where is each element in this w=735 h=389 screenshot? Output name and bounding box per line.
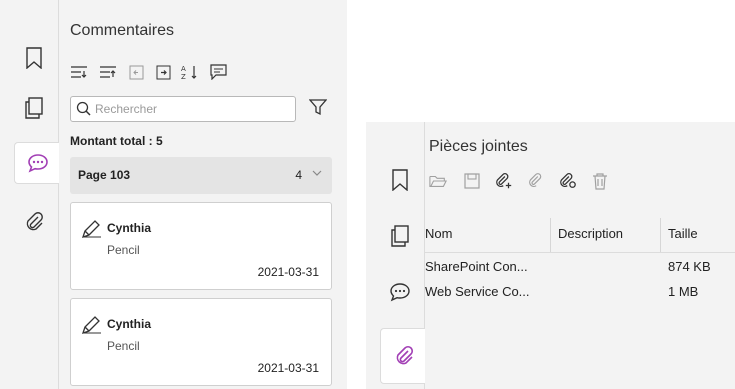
comments-pane: Commentaires AZ Montant total : 5 Page xyxy=(0,0,347,389)
search-input[interactable] xyxy=(93,100,287,118)
paperclip-add-icon xyxy=(496,173,512,189)
bookmark-icon xyxy=(26,47,42,69)
pages-tab[interactable] xyxy=(380,216,420,256)
right-nav-rail xyxy=(366,122,426,389)
bookmarks-tab[interactable] xyxy=(14,38,54,78)
bookmarks-tab[interactable] xyxy=(380,160,420,200)
column-header-size[interactable]: Taille xyxy=(668,226,698,241)
add-attachment-button[interactable] xyxy=(495,172,513,190)
attachment-size: 874 KB xyxy=(668,259,711,274)
comment-card[interactable]: Cynthia Pencil 2021-03-31 xyxy=(70,298,332,386)
comment-card[interactable]: Cynthia Pencil 2021-03-31 xyxy=(70,202,332,290)
add-comment-button[interactable] xyxy=(209,63,227,81)
comments-tab[interactable] xyxy=(14,142,60,184)
filter-button[interactable] xyxy=(309,98,327,116)
attachments-content: Pièces jointes Nom Description Taille Sh… xyxy=(425,122,735,389)
comments-title: Commentaires xyxy=(70,22,175,39)
attachments-table-header: Nom Description Taille xyxy=(425,218,735,253)
comment-bubble-icon xyxy=(390,283,410,302)
attachments-tab[interactable] xyxy=(380,328,426,384)
previous-comment-button[interactable] xyxy=(127,63,145,81)
attachment-name: Web Service Co... xyxy=(425,284,530,299)
note-icon xyxy=(209,64,227,80)
svg-text:Z: Z xyxy=(181,73,186,80)
search-icon xyxy=(76,101,91,116)
save-attachment-button[interactable] xyxy=(463,172,481,190)
table-row[interactable]: SharePoint Con... 874 KB xyxy=(425,257,735,281)
sort-button[interactable]: AZ xyxy=(181,63,199,81)
arrow-left-box-icon xyxy=(129,65,143,79)
trash-icon xyxy=(593,172,607,190)
comment-type: Pencil xyxy=(107,243,140,257)
attachment-name: SharePoint Con... xyxy=(425,259,528,274)
chevron-down-icon[interactable] xyxy=(312,169,322,177)
column-divider[interactable] xyxy=(660,218,661,252)
sort-az-icon: AZ xyxy=(181,65,197,80)
total-count: Montant total : 5 xyxy=(70,134,163,148)
paperclip-icon xyxy=(26,212,43,231)
comment-date: 2021-03-31 xyxy=(257,361,319,375)
attachment-properties-button[interactable] xyxy=(559,172,577,190)
delete-attachment-button[interactable] xyxy=(591,172,609,190)
folder-open-icon xyxy=(429,175,447,187)
column-header-name[interactable]: Nom xyxy=(425,226,452,241)
paperclip-icon xyxy=(529,173,542,187)
comment-type: Pencil xyxy=(107,339,140,353)
attachment-size: 1 MB xyxy=(668,284,699,299)
search-box[interactable] xyxy=(70,96,296,122)
bookmark-icon xyxy=(392,169,408,191)
attachments-pane: Pièces jointes Nom Description Taille Sh… xyxy=(366,122,735,389)
paperclip-settings-icon xyxy=(560,173,576,188)
collapse-all-icon xyxy=(100,66,116,78)
column-header-description[interactable]: Description xyxy=(558,226,623,241)
svg-text:A: A xyxy=(181,65,186,73)
column-divider[interactable] xyxy=(550,218,551,252)
pencil-icon xyxy=(81,316,101,335)
pages-icon xyxy=(25,97,43,119)
left-nav-rail xyxy=(0,0,60,389)
comments-tab[interactable] xyxy=(380,272,420,312)
paperclip-icon xyxy=(396,345,413,365)
arrow-right-box-icon xyxy=(156,65,170,79)
expand-all-icon xyxy=(71,66,87,78)
page-group-header[interactable]: Page 103 4 xyxy=(70,157,332,194)
edit-attachment-button[interactable] xyxy=(527,172,545,190)
pencil-icon xyxy=(81,220,101,239)
open-attachment-button[interactable] xyxy=(429,172,447,190)
attachments-tab[interactable] xyxy=(14,202,54,242)
filter-icon xyxy=(309,99,327,116)
page-group-label: Page 103 xyxy=(78,168,131,182)
collapse-all-button[interactable] xyxy=(99,63,117,81)
table-row[interactable]: Web Service Co... 1 MB xyxy=(425,282,735,306)
comment-date: 2021-03-31 xyxy=(257,265,319,279)
pages-icon xyxy=(391,225,409,247)
comments-content: Commentaires AZ Montant total : 5 Page xyxy=(59,0,347,389)
pages-tab[interactable] xyxy=(14,88,54,128)
next-comment-button[interactable] xyxy=(154,63,172,81)
comment-author: Cynthia xyxy=(107,221,152,235)
page-group-count: 4 xyxy=(295,168,302,182)
expand-all-button[interactable] xyxy=(70,63,88,81)
attachments-title: Pièces jointes xyxy=(429,138,528,155)
comment-author: Cynthia xyxy=(107,317,152,331)
save-icon xyxy=(464,173,480,189)
comment-bubble-icon xyxy=(27,154,48,173)
